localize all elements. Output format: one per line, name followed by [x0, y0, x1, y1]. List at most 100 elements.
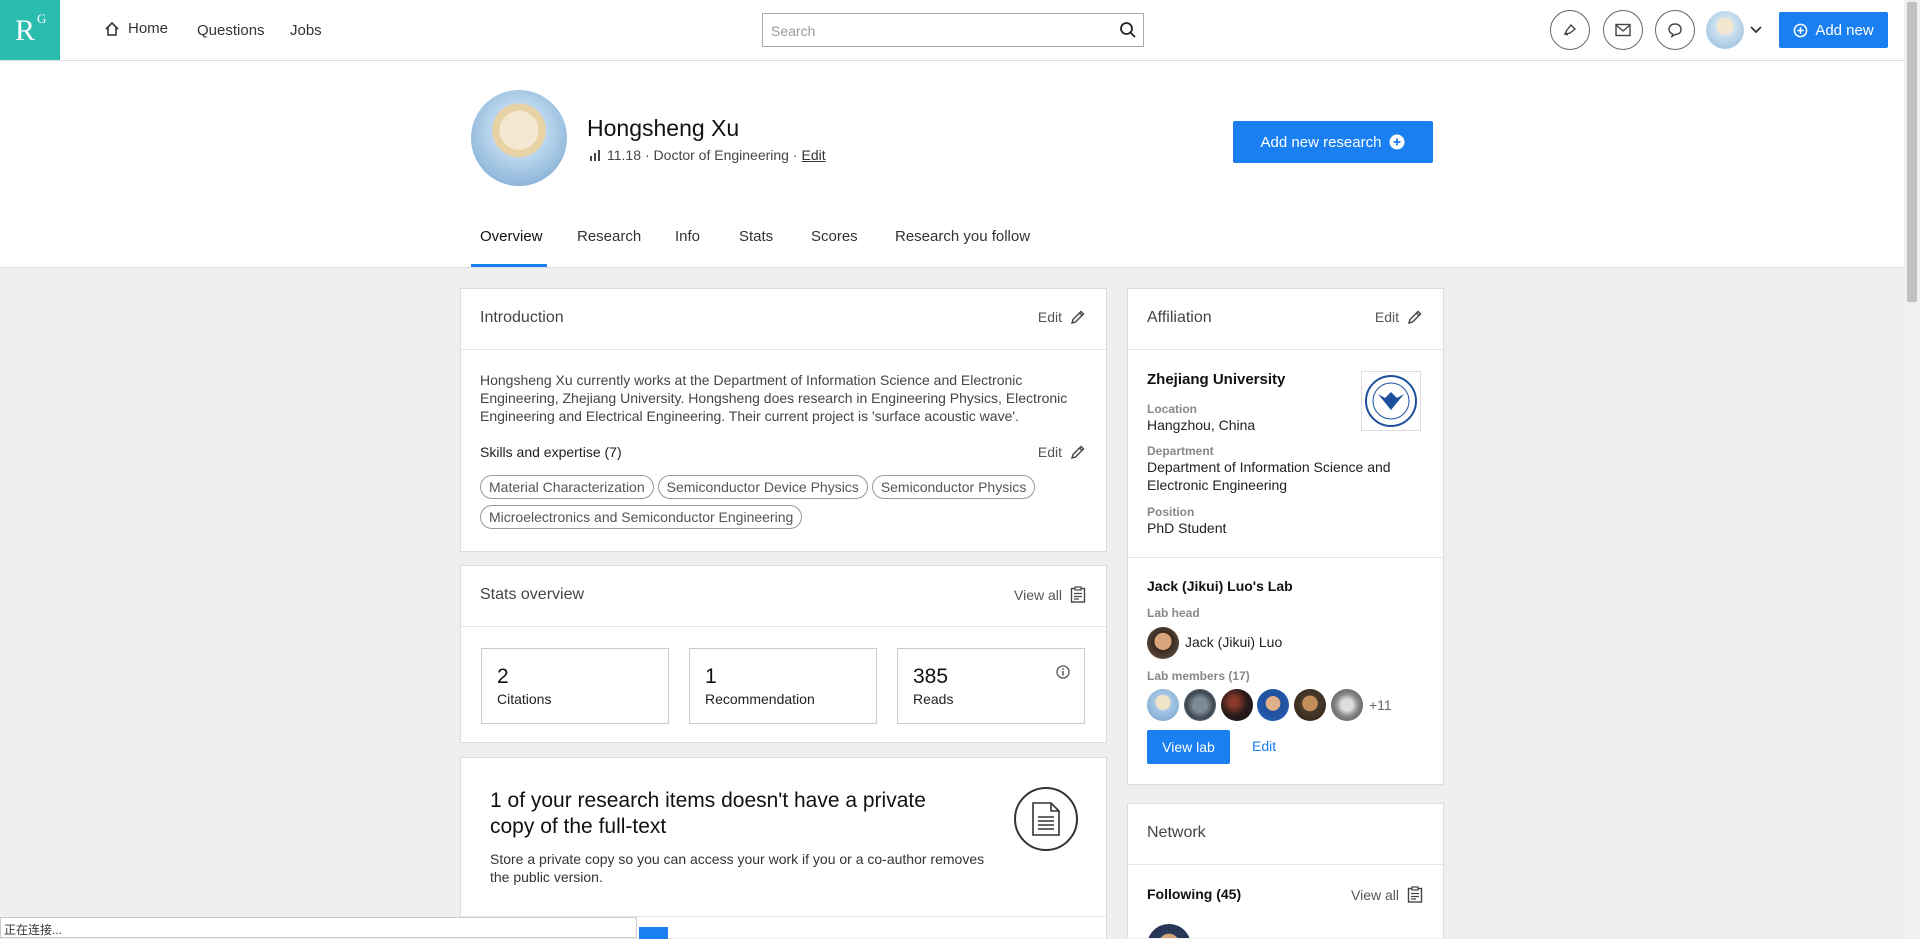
fulltext-title: 1 of your research items doesn't have a …	[490, 789, 926, 838]
stat-number: 385	[913, 665, 949, 688]
affiliation-header: Affiliation Edit	[1128, 289, 1443, 350]
view-lab-button[interactable]: View lab	[1147, 730, 1230, 764]
citations-stat[interactable]: 2 Citations	[481, 648, 669, 724]
more-members-count[interactable]: +11	[1369, 697, 1392, 713]
search-input[interactable]: Search	[762, 13, 1144, 47]
affiliation-edit-button[interactable]: Edit	[1375, 309, 1423, 325]
browser-status-bar: 正在连接...	[0, 917, 637, 938]
introduction-edit-label: Edit	[1037, 309, 1062, 325]
chevron-down-icon[interactable]	[1750, 25, 1762, 35]
stat-label: Citations	[497, 691, 552, 707]
skill-chip[interactable]: Semiconductor Device Physics	[657, 475, 868, 499]
researchgate-logo[interactable]: R G	[0, 0, 60, 60]
fulltext-prompt-card: 1 of your research items doesn't have a …	[460, 757, 1107, 939]
affiliation-divider	[1128, 557, 1443, 558]
tab-scores[interactable]: Scores	[811, 228, 858, 245]
stats-view-all-button[interactable]: View all	[1014, 586, 1086, 603]
introduction-edit-button[interactable]: Edit	[1038, 309, 1086, 325]
affiliation-card: Affiliation Edit Zhejiang University Loc…	[1127, 288, 1444, 785]
lab-edit-link[interactable]: Edit	[1252, 738, 1276, 754]
messages-button[interactable]	[1603, 10, 1643, 50]
skills-title: Skills and expertise (7)	[480, 444, 622, 460]
affiliation-title: Affiliation	[1147, 309, 1212, 326]
lab-member-avatar[interactable]	[1331, 689, 1363, 721]
affiliation-edit-label: Edit	[1374, 309, 1399, 325]
following-avatar[interactable]	[1147, 924, 1191, 938]
lab-member-avatar[interactable]	[1184, 689, 1216, 721]
institution-name[interactable]: Zhejiang University	[1147, 371, 1285, 388]
skills-edit-label: Edit	[1037, 444, 1062, 460]
score-bars-icon	[590, 150, 600, 161]
skill-chip[interactable]: Microelectronics and Semiconductor Engin…	[480, 505, 803, 529]
plus-circle-icon	[1389, 134, 1405, 150]
tab-info[interactable]: Info	[675, 228, 700, 245]
upload-button[interactable]	[639, 927, 668, 939]
network-view-all-button[interactable]: View all	[1351, 886, 1423, 903]
reads-stat[interactable]: 385 Reads	[897, 648, 1085, 724]
lab-head-name[interactable]: Jack (Jikui) Luo	[1185, 634, 1282, 650]
profile-degree: · Doctor of Engineering ·	[645, 147, 798, 163]
lab-title[interactable]: Jack (Jikui) Luo's Lab	[1147, 578, 1293, 594]
logo-g: G	[37, 11, 47, 26]
top-navigation: R G Home Questions Jobs Search Add new	[0, 0, 1904, 61]
lab-member-avatar[interactable]	[1221, 689, 1253, 721]
lab-head-avatar[interactable]	[1147, 627, 1179, 659]
add-new-button[interactable]: Add new	[1779, 12, 1888, 48]
clipboard-icon	[1070, 586, 1086, 603]
add-new-research-button[interactable]: Add new research	[1233, 121, 1433, 163]
profile-edit-link[interactable]: Edit	[802, 147, 826, 163]
lab-member-avatar[interactable]	[1257, 689, 1289, 721]
plus-circle-icon	[1793, 23, 1808, 37]
stat-number: 2	[497, 665, 509, 688]
chat-button[interactable]	[1655, 10, 1695, 50]
pencil-icon	[1070, 310, 1085, 325]
nav-jobs-link[interactable]: Jobs	[290, 22, 322, 39]
search-placeholder: Search	[771, 23, 816, 39]
skill-chip[interactable]: Material Characterization	[480, 475, 654, 499]
stats-title: Stats overview	[480, 586, 585, 603]
notifications-button[interactable]	[1550, 10, 1590, 50]
network-card: Network Following (45) View all	[1127, 803, 1444, 938]
rg-score: 11.18	[607, 147, 641, 163]
search-icon[interactable]	[1119, 21, 1137, 39]
nav-home-link[interactable]: Home	[104, 20, 168, 37]
user-avatar[interactable]	[1706, 11, 1744, 49]
skill-chip[interactable]: Semiconductor Physics	[871, 475, 1036, 499]
nav-home-label: Home	[128, 20, 169, 37]
nav-questions-link[interactable]: Questions	[197, 22, 265, 39]
position-label: Position	[1147, 505, 1195, 519]
tab-research-you-follow[interactable]: Research you follow	[895, 228, 1030, 245]
active-tab-indicator	[471, 264, 547, 267]
pencil-icon	[1070, 445, 1085, 460]
stat-number: 1	[705, 665, 717, 688]
skills-list: Material Characterization Semiconductor D…	[480, 475, 1080, 535]
tab-research[interactable]: Research	[577, 228, 641, 245]
scrollbar-thumb[interactable]	[1907, 2, 1917, 302]
introduction-card: Introduction Edit Hongsheng Xu currently…	[460, 288, 1107, 552]
lab-member-avatar[interactable]	[1147, 689, 1179, 721]
profile-name: Hongsheng Xu	[587, 115, 740, 141]
tab-stats[interactable]: Stats	[739, 228, 773, 245]
department-label: Department	[1147, 444, 1214, 458]
info-icon[interactable]	[1056, 665, 1070, 679]
fulltext-description: Store a private copy so you can access y…	[490, 851, 985, 885]
network-view-all-label: View all	[1351, 886, 1399, 903]
lab-member-avatar[interactable]	[1294, 689, 1326, 721]
stat-label: Recommendation	[705, 691, 815, 707]
tab-overview[interactable]: Overview	[480, 228, 543, 245]
skills-edit-button[interactable]: Edit	[1038, 444, 1086, 460]
document-icon	[1014, 787, 1078, 851]
department-value[interactable]: Department of Information Science and El…	[1147, 458, 1417, 494]
recommendation-stat[interactable]: 1 Recommendation	[689, 648, 877, 724]
following-count[interactable]: Following (45)	[1147, 886, 1241, 902]
chat-icon	[1668, 23, 1682, 38]
location-value: Hangzhou, China	[1147, 417, 1256, 433]
lab-members-label: Lab members (17)	[1147, 669, 1250, 683]
profile-avatar[interactable]	[471, 90, 567, 186]
add-new-research-label: Add new research	[1260, 133, 1382, 151]
stat-label: Reads	[913, 691, 954, 707]
stats-overview-card: Stats overview View all 2 Citations 1 Re…	[460, 565, 1107, 743]
introduction-title: Introduction	[480, 309, 564, 326]
home-icon	[105, 21, 119, 36]
location-label: Location	[1147, 402, 1197, 416]
